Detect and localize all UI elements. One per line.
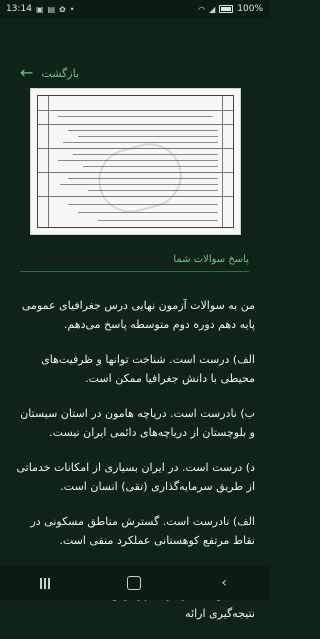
battery-icon xyxy=(219,5,234,13)
sheet-line xyxy=(78,136,218,137)
sheet-line xyxy=(68,130,218,131)
home-button[interactable] xyxy=(114,571,154,595)
recent-apps-icon xyxy=(39,578,50,589)
sheet-line xyxy=(98,220,218,221)
toolbar: ← بازگشت xyxy=(0,58,269,88)
exam-sheet-frame xyxy=(37,95,234,228)
chevron-left-icon: ‹ xyxy=(221,575,227,591)
recent-apps-button[interactable] xyxy=(25,571,65,595)
section-divider xyxy=(20,271,249,272)
answer-paragraph: الف) نادرست است. گسترش مناطق مسکونی در ن… xyxy=(30,515,255,547)
dot-icon: • xyxy=(69,4,75,14)
answer-paragraph: ب) نادرست است. دریاچه هامون در استان سیس… xyxy=(20,407,255,439)
gear-icon: ✿ xyxy=(59,4,66,14)
answer-paragraph: الف) درست است. شناخت توانها و ظرفیت‌های … xyxy=(41,353,255,385)
status-bar: 13:14 ▣ ▤ ✿ • ◠ ◢ 100% xyxy=(0,0,269,18)
signal-icon: ◢ xyxy=(209,4,216,14)
back-button[interactable]: ← بازگشت xyxy=(20,65,79,81)
sheet-col xyxy=(222,96,223,227)
status-right: ◠ ◢ 100% xyxy=(198,4,263,14)
notification-icon: ▣ xyxy=(35,4,44,14)
arrow-left-icon: ← xyxy=(20,63,34,82)
system-nav-bar: ‹ xyxy=(0,566,269,600)
sheet-row xyxy=(38,110,233,111)
sheet-row xyxy=(38,124,233,125)
battery-level: 100% xyxy=(237,4,263,14)
sheet-line xyxy=(63,142,218,143)
back-label: بازگشت xyxy=(41,66,79,80)
sheet-line xyxy=(58,116,213,117)
image-icon: ▤ xyxy=(47,4,56,14)
answers-section-title: پاسخ سوالات شما xyxy=(173,254,249,265)
wifi-icon: ◠ xyxy=(198,4,206,14)
sheet-col xyxy=(48,96,49,227)
status-time: 13:14 xyxy=(6,4,32,14)
exam-sheet-image[interactable] xyxy=(30,88,241,235)
system-back-button[interactable]: ‹ xyxy=(204,571,244,595)
answer-paragraph: من به سوالات آزمون نهایی درس جغرافیای عم… xyxy=(21,299,255,331)
home-icon xyxy=(127,576,142,590)
status-left: 13:14 ▣ ▤ ✿ • xyxy=(6,4,74,14)
sheet-line xyxy=(78,212,218,213)
answer-paragraph: د) درست است. در ایران بسیاری از امکانات … xyxy=(16,461,255,493)
